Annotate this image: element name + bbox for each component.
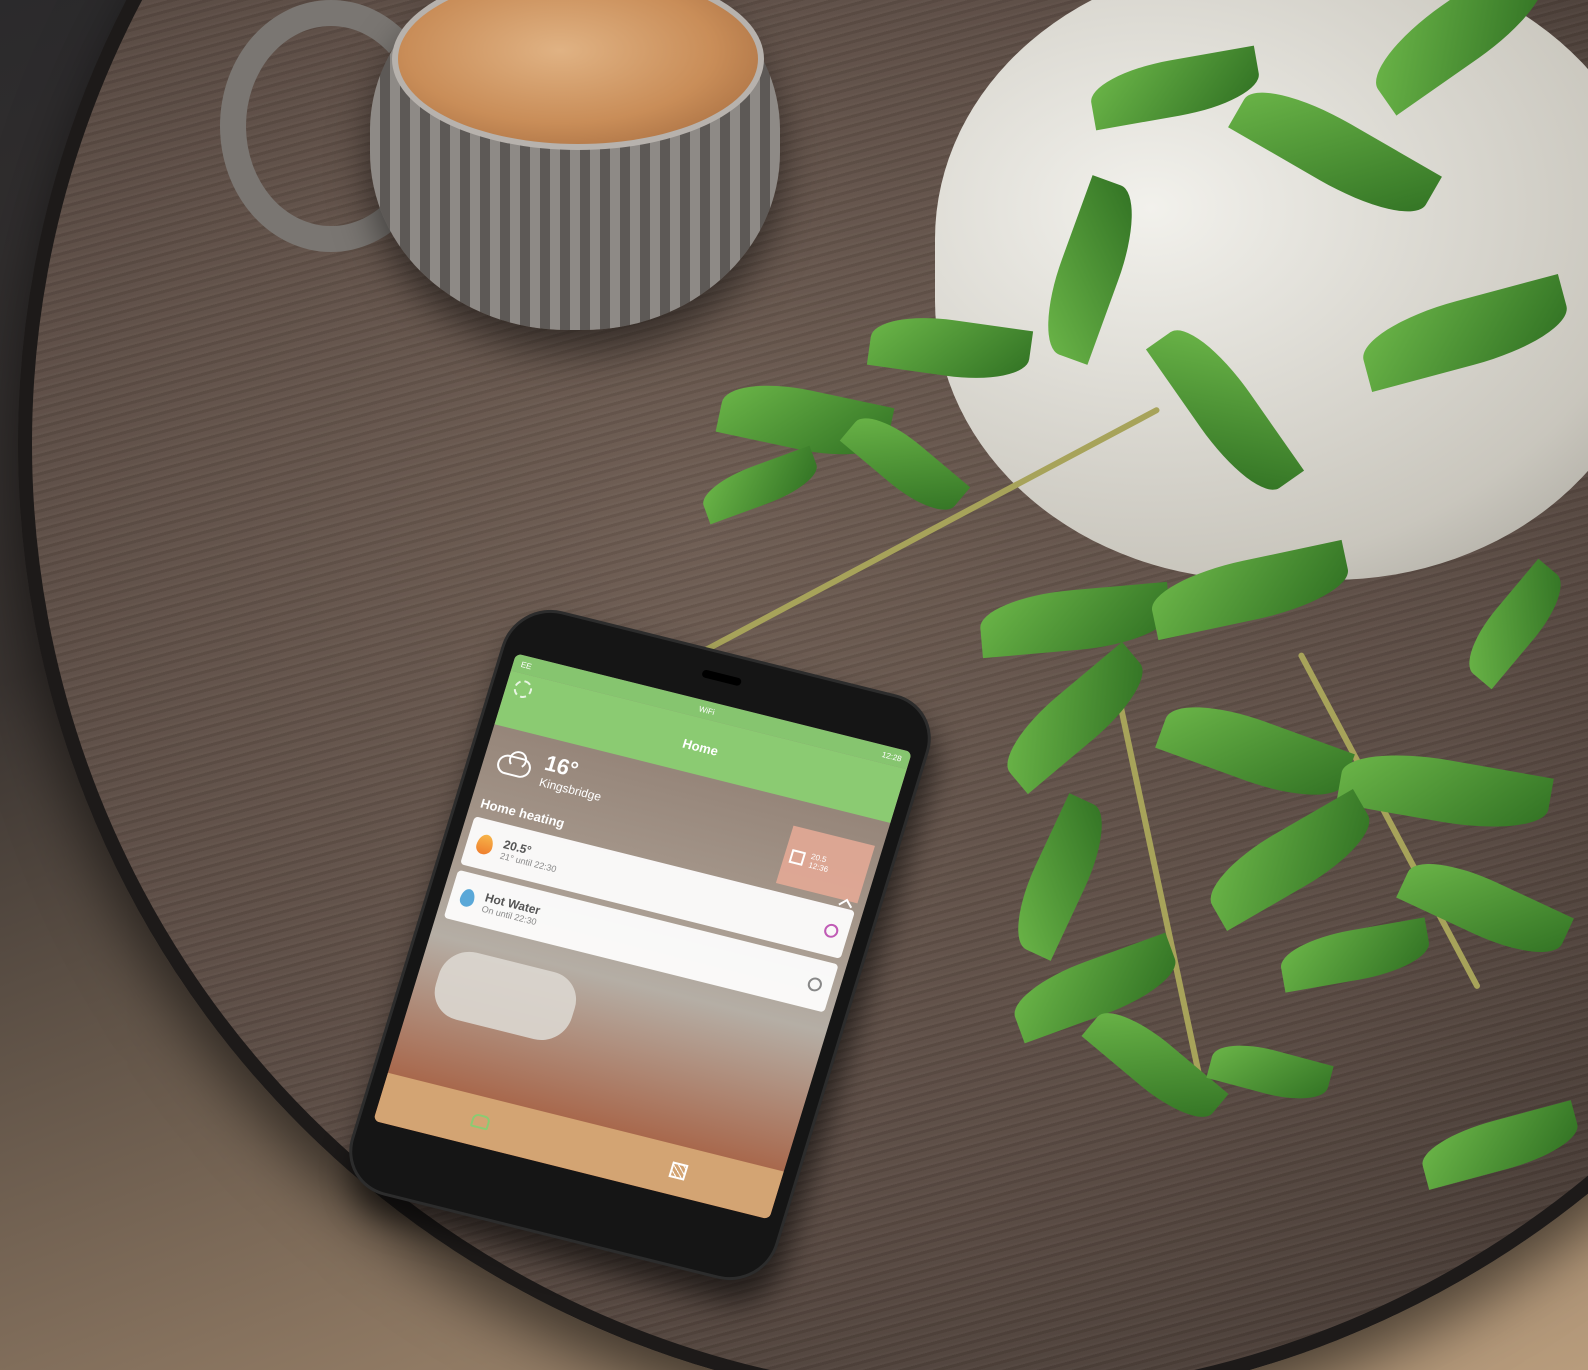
photo-scene: EE WiFi 12:28 Home 16° Kingsbridge 20.5 (0, 0, 1588, 1370)
background-cushion (427, 945, 584, 1047)
zone-tile[interactable]: 20.5 12:36 (775, 825, 875, 904)
carrier-label: EE (519, 659, 533, 671)
timer-icon[interactable] (822, 922, 841, 940)
timer-icon[interactable] (806, 976, 824, 993)
cloud-icon (491, 746, 537, 779)
home-tab-icon[interactable] (469, 1112, 491, 1131)
flame-icon (474, 832, 496, 856)
page-title: Home (680, 735, 721, 759)
coffee-cup (220, 0, 790, 340)
gear-icon[interactable] (511, 678, 535, 700)
plant-pot (935, 0, 1588, 580)
clock-label: 12:28 (880, 749, 903, 764)
house-icon (788, 849, 807, 866)
devices-tab-icon[interactable] (667, 1161, 689, 1181)
wifi-label: WiFi (697, 703, 716, 717)
water-drop-icon (458, 887, 477, 909)
